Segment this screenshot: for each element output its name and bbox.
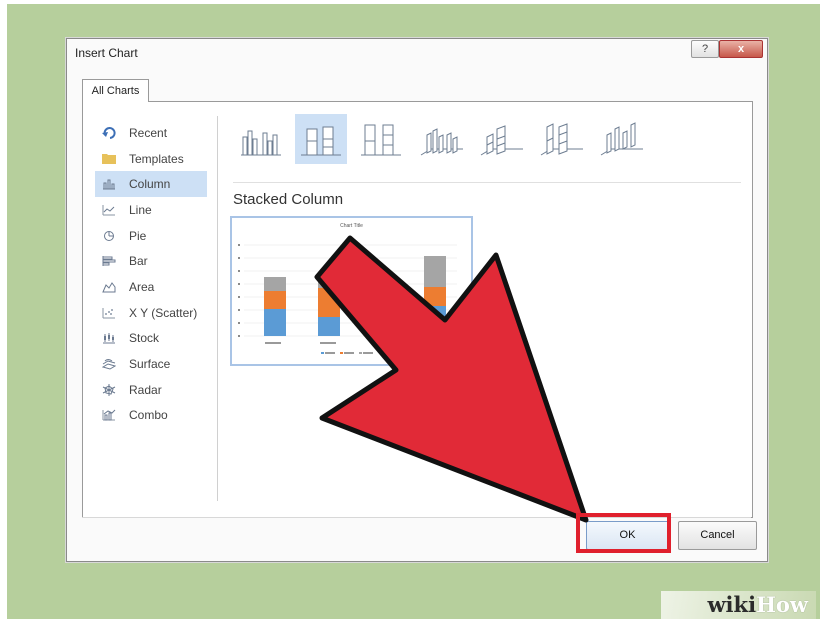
combo-chart-icon [101, 409, 117, 421]
help-button[interactable]: ? [691, 40, 719, 58]
sidebar-item-label: Area [129, 279, 155, 294]
panel-divider [217, 116, 218, 501]
chart-type-list: Recent Templates Column Line Pie Bar Are… [95, 120, 207, 428]
chart-preview[interactable]: Chart Title [230, 216, 473, 366]
3d-100-stacked-column-icon[interactable] [535, 114, 587, 164]
recent-icon [101, 126, 117, 139]
selected-chart-type-name: Stacked Column [233, 191, 344, 208]
sidebar-item-label: Pie [129, 228, 147, 243]
sidebar-item-line[interactable]: Line [95, 197, 207, 223]
radar-chart-icon [101, 383, 117, 396]
close-button[interactable]: x [719, 40, 763, 58]
sidebar-item-pie[interactable]: Pie [95, 223, 207, 249]
sidebar-item-label: Line [129, 202, 152, 217]
sidebar-item-label: Recent [129, 125, 168, 140]
tab-all-charts[interactable]: All Charts [82, 79, 149, 102]
insert-chart-dialog: Insert Chart ? x All Charts Recent Templ… [66, 38, 768, 562]
sidebar-item-surface[interactable]: Surface [95, 351, 207, 377]
100-stacked-column-icon[interactable] [355, 114, 407, 164]
cancel-button[interactable]: Cancel [678, 521, 757, 550]
sidebar-item-label: Column [129, 177, 171, 192]
sidebar-item-scatter[interactable]: X Y (Scatter) [95, 300, 207, 326]
chart-subtype-row [235, 114, 735, 164]
footer-separator [82, 517, 751, 518]
pie-chart-icon [101, 230, 117, 242]
stock-chart-icon [101, 332, 117, 344]
sidebar-item-area[interactable]: Area [95, 274, 207, 300]
scatter-chart-icon [101, 307, 117, 319]
surface-chart-icon [101, 358, 117, 370]
column-chart-icon [101, 178, 117, 190]
dialog-title: Insert Chart [75, 46, 138, 60]
area-chart-icon [101, 281, 117, 293]
bar-chart-icon [101, 255, 117, 267]
sidebar-item-combo[interactable]: Combo [95, 403, 207, 429]
3d-stacked-column-icon[interactable] [475, 114, 527, 164]
sidebar-item-label: X Y (Scatter) [129, 305, 198, 320]
3d-column-icon[interactable] [595, 114, 647, 164]
sidebar-item-radar[interactable]: Radar [95, 377, 207, 403]
sidebar-item-label: Stock [129, 331, 160, 346]
wikihow-watermark: wikiHow [661, 591, 816, 619]
folder-icon [101, 153, 117, 165]
sidebar-item-label: Surface [129, 357, 171, 372]
preview-chart-svg [238, 244, 457, 354]
stacked-column-icon[interactable] [295, 114, 347, 164]
clustered-column-icon[interactable] [235, 114, 287, 164]
ok-button[interactable]: OK [586, 521, 669, 550]
subtype-separator [233, 182, 741, 183]
sidebar-item-label: Combo [129, 408, 168, 423]
chart-panel: Recent Templates Column Line Pie Bar Are… [82, 101, 753, 518]
sidebar-item-bar[interactable]: Bar [95, 248, 207, 274]
sidebar-item-label: Bar [129, 254, 148, 269]
sidebar-item-column[interactable]: Column [95, 171, 207, 198]
sidebar-item-recent[interactable]: Recent [95, 120, 207, 146]
watermark-how: How [756, 592, 808, 617]
sidebar-item-label: Radar [129, 382, 162, 397]
sidebar-item-label: Templates [129, 151, 184, 166]
sidebar-item-templates[interactable]: Templates [95, 146, 207, 172]
watermark-wiki: wiki [707, 592, 757, 617]
sidebar-item-stock[interactable]: Stock [95, 326, 207, 352]
line-chart-icon [101, 204, 117, 216]
3d-clustered-column-icon[interactable] [415, 114, 467, 164]
